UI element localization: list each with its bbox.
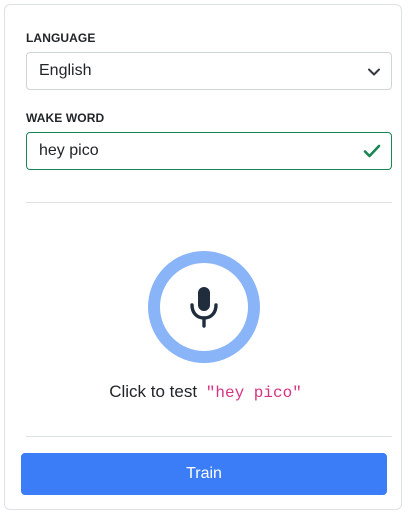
mic-test-button[interactable] <box>148 251 260 363</box>
divider-bottom <box>26 436 392 437</box>
test-phrase: "hey pico" <box>205 384 302 402</box>
language-select[interactable]: English <box>26 52 392 90</box>
language-selected-value: English <box>39 62 92 79</box>
chevron-down-icon <box>368 68 380 76</box>
checkmark-icon <box>363 144 381 158</box>
wake-word-field <box>26 132 392 170</box>
language-label: LANGUAGE <box>26 31 96 45</box>
microphone-icon <box>190 287 218 328</box>
test-prefix: Click to test <box>109 382 198 401</box>
test-instruction: Click to test "hey pico" <box>1 382 409 402</box>
wake-word-card: LANGUAGE English WAKE WORD Click to test… <box>4 4 402 510</box>
divider-top <box>26 202 392 203</box>
wake-word-input[interactable] <box>27 133 359 169</box>
wake-word-label: WAKE WORD <box>26 111 105 125</box>
train-button[interactable]: Train <box>21 453 387 495</box>
